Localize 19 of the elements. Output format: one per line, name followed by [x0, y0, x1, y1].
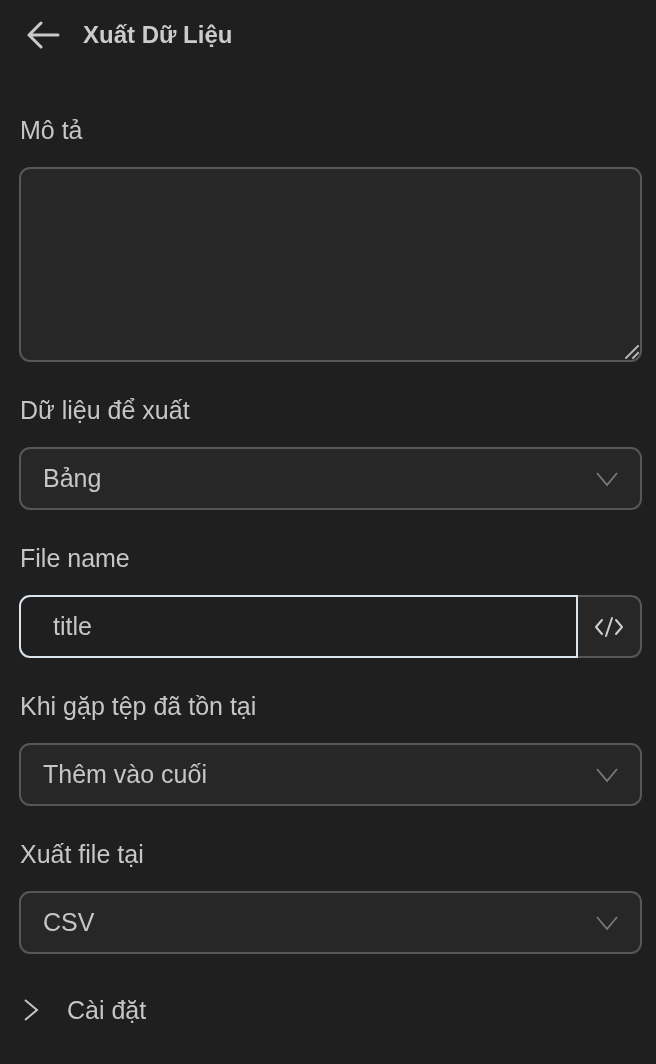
chevron-down-icon: [596, 915, 618, 930]
page-title: Xuất Dữ Liệu: [83, 20, 233, 50]
file-name-input[interactable]: title: [19, 595, 578, 658]
description-field[interactable]: [19, 167, 642, 362]
dropdown-select[interactable]: CSV: [19, 891, 642, 954]
field-label: Xuất file tại: [19, 839, 144, 870]
field-label: Dữ liệu để xuất: [19, 395, 190, 426]
chevron-down-icon: [596, 767, 618, 782]
chevron-down-icon: [596, 471, 618, 486]
back-arrow-icon[interactable]: [27, 21, 60, 49]
settings-section-toggle[interactable]: Cài đặt: [19, 993, 147, 1027]
resize-grip-icon[interactable]: [625, 345, 639, 359]
field-label: Khi gặp tệp đã tồn tại: [19, 691, 257, 722]
dropdown-select[interactable]: Bảng: [19, 447, 642, 510]
code-icon: [594, 615, 624, 638]
insert-code-button[interactable]: [578, 595, 642, 658]
dropdown-select[interactable]: Thêm vào cuối: [19, 743, 642, 806]
field-label: Mô tả: [19, 115, 83, 146]
field-label: File name: [19, 543, 130, 574]
